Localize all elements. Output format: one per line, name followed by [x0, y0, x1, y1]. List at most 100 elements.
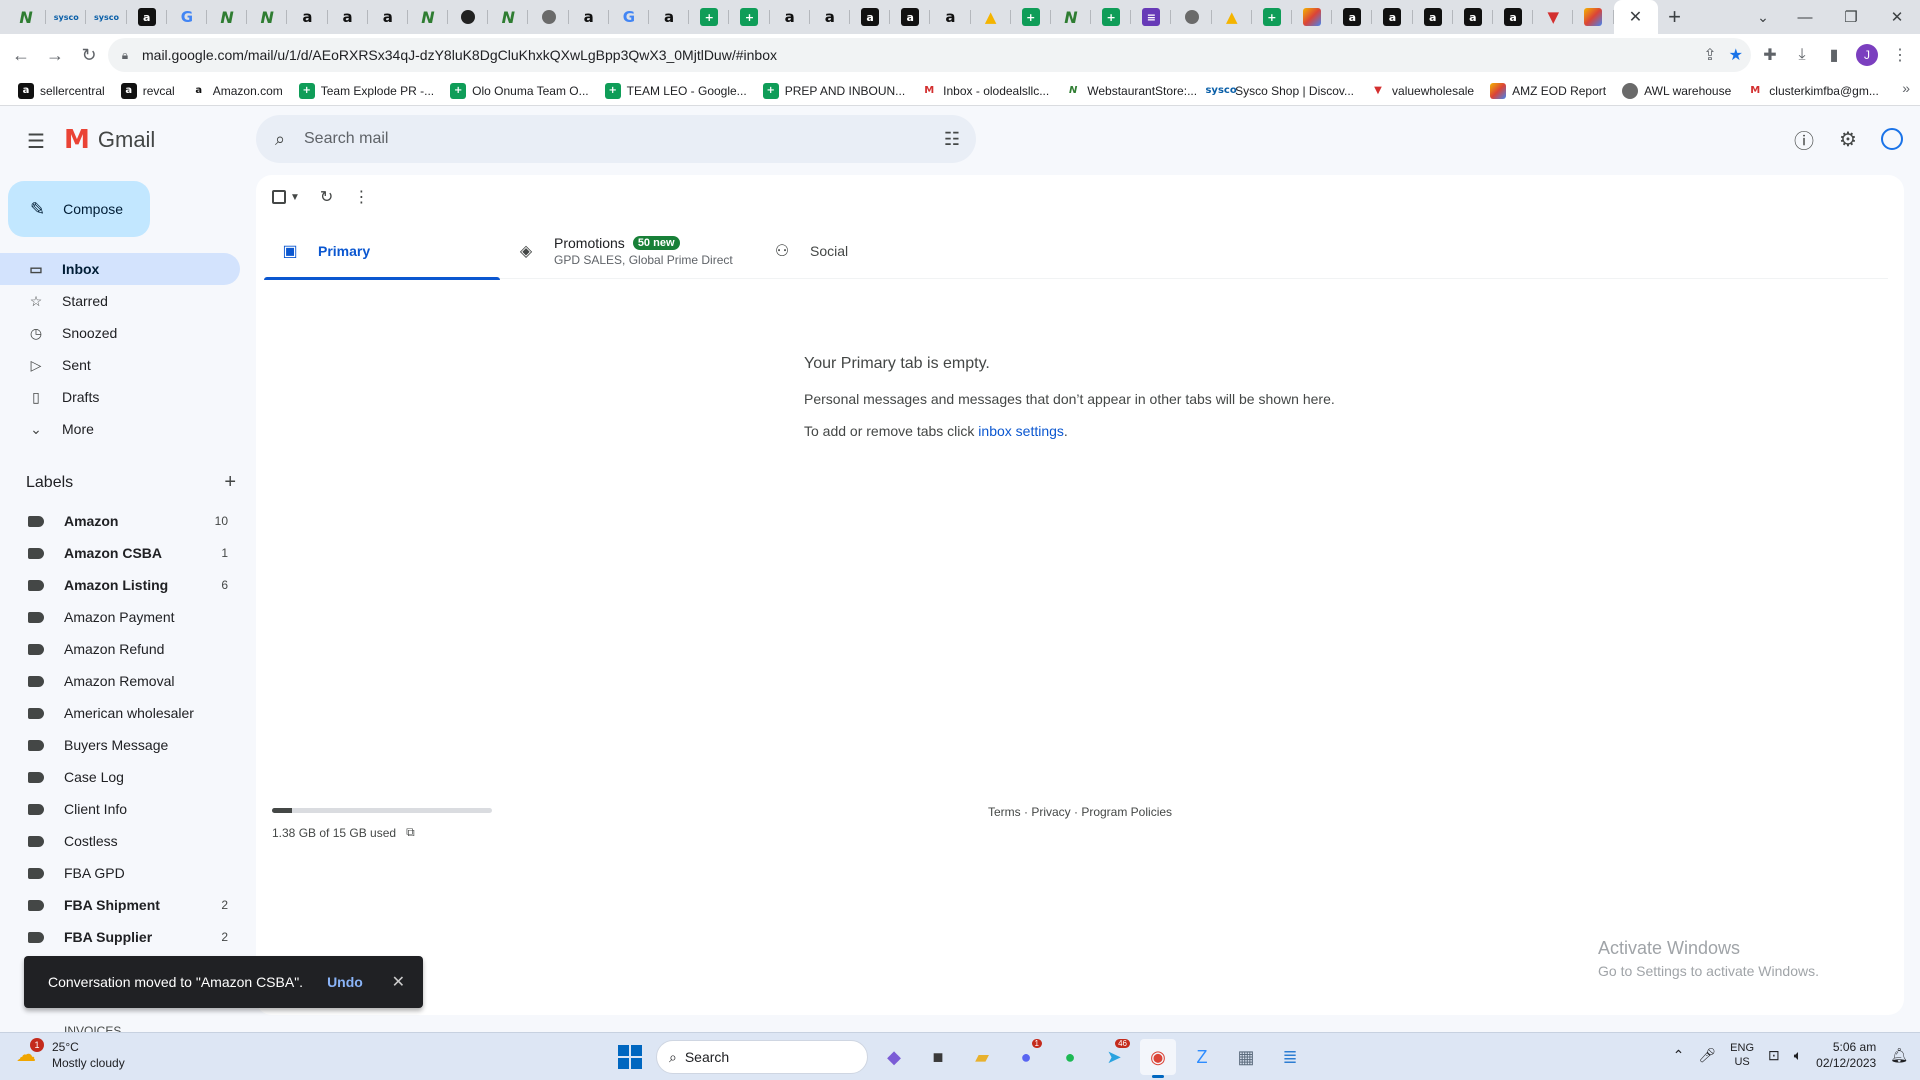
start-button[interactable] [612, 1039, 648, 1075]
compose-button[interactable]: ✎ Compose [8, 181, 150, 237]
spotify-app[interactable]: ● [1052, 1039, 1088, 1075]
pinned-tab[interactable]: a [1372, 0, 1413, 34]
pinned-tab[interactable]: + [689, 0, 730, 34]
pinned-tab[interactable]: G [609, 0, 650, 34]
notepad-app[interactable]: ≣ [1272, 1039, 1308, 1075]
more-options-icon[interactable]: ⋮ [353, 187, 369, 207]
bookmark-item[interactable]: + TEAM LEO - Google... [597, 78, 755, 104]
label-item[interactable]: Amazon Payment [0, 601, 240, 633]
label-item[interactable]: Buyers Message [0, 729, 240, 761]
pinned-tab[interactable]: a [850, 0, 891, 34]
label-item[interactable]: FBA Supplier 2 [0, 921, 240, 953]
help-icon[interactable]: ⓘ [1784, 119, 1824, 159]
label-item[interactable]: FBA GPD [0, 857, 240, 889]
minimize-button[interactable]: — [1782, 0, 1828, 34]
external-link-icon[interactable]: ⧉ [406, 825, 415, 840]
refresh-icon[interactable]: ↻ [320, 187, 333, 207]
bookmark-item[interactable]: AMZ EOD Report [1482, 78, 1614, 104]
create-label-icon[interactable]: + [224, 471, 236, 494]
label-item[interactable]: Amazon 10 [0, 505, 240, 537]
pinned-tab[interactable]: sysco [86, 0, 127, 34]
address-bar[interactable]: 🔒︎ mail.google.com/mail/u/1/d/AEoRXRSx34… [108, 38, 1751, 72]
account-avatar[interactable] [1872, 119, 1912, 159]
bookmark-star-icon[interactable]: ★ [1729, 45, 1743, 65]
tab-promotions[interactable]: ◈ Promotions 50 new GPD SALES, Global Pr… [500, 223, 756, 279]
tab-search-icon[interactable]: ⌄ [1746, 0, 1780, 34]
chevron-down-icon[interactable]: ▼ [290, 192, 300, 203]
pinned-tab[interactable]: a [569, 0, 610, 34]
label-item[interactable]: Amazon Listing 6 [0, 569, 240, 601]
extensions-icon[interactable]: ✚ [1754, 38, 1786, 72]
sidebar-item-starred[interactable]: ☆ Starred [0, 285, 240, 317]
language-indicator[interactable]: ENG US [1730, 1041, 1754, 1069]
sidebar-item-snoozed[interactable]: ◷ Snoozed [0, 317, 240, 349]
pinned-tab[interactable] [448, 0, 489, 34]
pinned-tab[interactable]: ▲ [971, 0, 1011, 34]
chrome-app[interactable]: ◉ [1140, 1039, 1176, 1078]
pinned-tab[interactable]: ≡ [1131, 0, 1172, 34]
pinned-tab[interactable]: a [770, 0, 810, 34]
tab-primary[interactable]: ▣ Primary [264, 223, 500, 280]
share-icon[interactable]: ⇪ [1703, 45, 1716, 65]
bookmark-item[interactable]: Mclusterkimfba@gm... [1739, 78, 1887, 104]
pinned-tab[interactable]: sysco [46, 0, 87, 34]
close-window-button[interactable]: ✕ [1874, 0, 1920, 34]
pinned-tab[interactable] [1171, 0, 1212, 34]
sidebar-item-inbox[interactable]: ▭ Inbox [0, 253, 240, 285]
lock-icon[interactable]: 🔒︎ [108, 48, 142, 63]
label-item[interactable]: Case Log [0, 761, 240, 793]
bookmark-item[interactable]: + Olo Onuma Team O... [442, 78, 597, 104]
pinned-tab[interactable]: a [1453, 0, 1494, 34]
microphone-icon[interactable]: 🎤︎ [1698, 1047, 1716, 1064]
pinned-tab[interactable]: N [488, 0, 529, 34]
copilot-app[interactable]: ◆ [876, 1039, 912, 1075]
new-tab-button[interactable]: + [1658, 0, 1692, 34]
sidebar-item-drafts[interactable]: ▯ Drafts [0, 381, 240, 413]
gmail-logo[interactable]: M Gmail [64, 127, 155, 153]
bookmark-item[interactable]: + PREP AND INBOUN... [755, 78, 913, 104]
undo-button[interactable]: Undo [327, 974, 363, 990]
address-url[interactable]: mail.google.com/mail/u/1/d/AEoRXRSx34qJ-… [142, 47, 777, 63]
label-item[interactable]: Client Info [0, 793, 240, 825]
bookmark-item[interactable]: M Inbox - olodealsllc... [913, 78, 1057, 104]
pinned-tab[interactable]: a [287, 0, 328, 34]
bookmark-item[interactable]: ▼ valuewholesale [1362, 78, 1482, 104]
pinned-tab[interactable] [528, 0, 569, 34]
restore-button[interactable]: ❐ [1828, 0, 1874, 34]
pinned-tab[interactable] [1573, 0, 1614, 34]
pinned-tab[interactable]: a [810, 0, 851, 34]
search-options-icon[interactable]: ☷ [944, 129, 960, 150]
pinned-tab[interactable]: N [247, 0, 288, 34]
label-item[interactable]: Amazon Refund [0, 633, 240, 665]
bookmark-item[interactable]: N WebstaurantStore:... [1057, 78, 1205, 104]
label-item[interactable]: Amazon CSBA 1 [0, 537, 240, 569]
pinned-tab[interactable]: a [930, 0, 971, 34]
network-icon[interactable]: ⊡ [1768, 1047, 1780, 1064]
browser-menu-icon[interactable]: ⋮ [1884, 38, 1916, 72]
label-item[interactable]: FBA Shipment 2 [0, 889, 240, 921]
pinned-tab[interactable]: N [207, 0, 248, 34]
pinned-tab[interactable]: N [1051, 0, 1092, 34]
file-manager-app[interactable]: ■ [920, 1039, 956, 1075]
select-all-checkbox[interactable]: ▼ [272, 190, 300, 204]
pinned-tab[interactable]: + [1011, 0, 1052, 34]
folder-app[interactable]: ▰ [964, 1039, 1000, 1075]
inbox-settings-link[interactable]: inbox settings [978, 423, 1064, 439]
weather-widget[interactable]: ☁ 1 25°C Mostly cloudy [16, 1038, 125, 1071]
label-item[interactable]: Costless [0, 825, 240, 857]
label-item[interactable]: American wholesaler [0, 697, 240, 729]
forward-button[interactable]: → [38, 38, 72, 72]
pinned-tab[interactable]: + [729, 0, 770, 34]
clock[interactable]: 5:06 am 02/12/2023 [1816, 1039, 1876, 1071]
volume-icon[interactable]: 🔈︎ [1794, 1047, 1802, 1064]
pinned-tab[interactable]: ▲ [1212, 0, 1253, 34]
main-menu-icon[interactable]: ☰ [16, 121, 56, 161]
sidebar-item-sent[interactable]: ▷ Sent [0, 349, 240, 381]
taskbar-search[interactable]: ⌕ Search [656, 1040, 868, 1074]
profile-avatar[interactable]: J [1856, 44, 1878, 66]
pinned-tab[interactable]: + [1091, 0, 1132, 34]
pinned-tab[interactable]: a [1413, 0, 1453, 34]
calculator-app[interactable]: ▦ [1228, 1039, 1264, 1075]
close-icon[interactable]: ✕ [392, 972, 405, 992]
bookmark-item[interactable]: sysco Sysco Shop | Discov... [1205, 78, 1362, 104]
